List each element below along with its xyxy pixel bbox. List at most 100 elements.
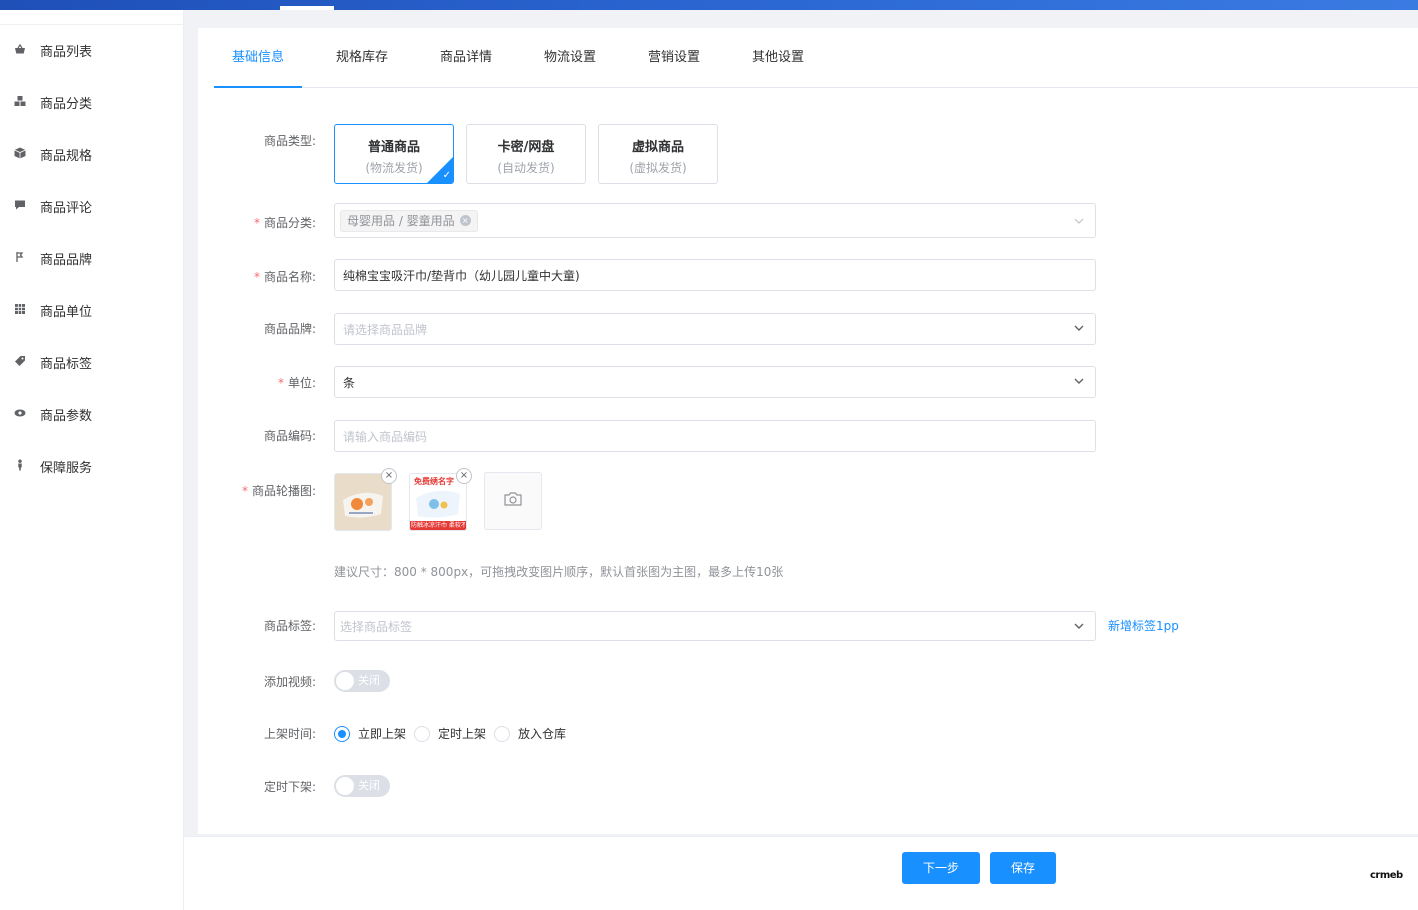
tab-basic-info[interactable]: 基础信息 [214,28,302,88]
product-name-label: * 商品名称: [253,270,316,284]
product-type-label: 商品类型: [263,134,316,148]
radio-label: 放入仓库 [518,727,567,741]
chevron-down-icon [1073,322,1085,334]
chevron-down-icon [1073,215,1085,227]
sidebar-item-product-params[interactable]: 商品参数 [0,394,184,434]
chevron-down-icon [1073,375,1085,387]
type-option-title: 卡密/网盘 [497,140,555,155]
product-image [335,474,391,530]
unit-select[interactable]: 条 [334,366,1096,398]
code-input[interactable]: 请输入商品编码 [334,420,1096,452]
category-tag-text: 母婴用品 / 婴童用品 [347,214,455,228]
brand-placeholder: 请选择商品品牌 [343,322,428,337]
tag-icon [0,355,40,370]
product-image: 免费绣名字 防触冰凉汗巾 柔软不起球 [410,474,466,530]
upload-image-button[interactable] [484,472,542,530]
category-tag: 母婴用品 / 婴童用品 × [340,209,478,232]
switch-state: 关闭 [358,674,380,687]
top-nav-active-indicator [280,6,334,10]
category-select[interactable]: 母婴用品 / 婴童用品 × [334,203,1096,238]
image-overlay-text: 免费绣名字 [414,477,454,486]
unit-label: * 单位: [277,376,316,390]
carousel-image-1[interactable]: × [334,468,397,531]
sidebar-item-product-list[interactable]: 商品列表 [0,30,184,70]
type-option-subtitle: (自动发货) [497,161,555,175]
top-nav-bar [0,0,1418,10]
close-icon[interactable]: × [381,468,397,484]
tag-brand-icon [0,251,40,266]
grid-icon [0,303,40,318]
sidebar-item-label: 商品列表 [40,44,93,60]
type-option-title: 虚拟商品 [631,140,684,155]
type-option-physical[interactable]: 普通商品 (物流发货) ✓ [334,124,454,184]
basket-icon [0,43,40,58]
sidebar-item-label: 商品规格 [40,148,93,164]
radio-warehouse[interactable]: 放入仓库 [494,725,566,742]
brand-logo: crmeb [1370,870,1403,881]
radio-circle [334,725,350,742]
sidebar-item-product-tag[interactable]: 商品标签 [0,342,184,382]
sidebar-item-guarantee-service[interactable]: 保障服务 [0,446,184,486]
tab-marketing[interactable]: 营销设置 [634,28,714,88]
sidebar-item-product-spec[interactable]: 商品规格 [0,134,184,174]
radio-label: 立即上架 [358,727,407,741]
type-option-card-netdisk[interactable]: 卡密/网盘 (自动发货) [466,124,586,184]
product-name-value: 纯棉宝宝吸汗巾/垫背巾（幼儿园儿童中大童) [343,268,580,283]
tags-placeholder: 选择商品标签 [340,619,413,634]
offshelf-switch[interactable]: 关闭 [334,775,390,797]
sidebar-item-label: 商品评论 [40,200,93,216]
sidebar-item-label: 商品品牌 [40,252,93,268]
sidebar-item-product-review[interactable]: 商品评论 [0,186,184,226]
tags-select[interactable]: 选择商品标签 [334,611,1096,641]
sidebar-item-label: 商品分类 [40,96,93,112]
images-label: * 商品轮播图: [241,484,316,498]
brand-select[interactable]: 请选择商品品牌 [334,313,1096,345]
tags-label: 商品标签: [263,619,316,633]
code-label: 商品编码: [263,429,316,443]
sidebar-item-label: 商品单位 [40,304,93,320]
radio-scheduled[interactable]: 定时上架 [414,725,486,742]
code-placeholder: 请输入商品编码 [343,429,428,444]
radio-label: 定时上架 [438,727,487,741]
tab-logistics[interactable]: 物流设置 [530,28,610,88]
sidebar-item-label: 保障服务 [40,460,93,476]
radio-circle [494,725,510,742]
switch-knob [336,672,354,690]
sidebar-divider [0,24,184,25]
cube-icon [0,147,40,162]
image-hint: 建议尺寸：800 * 800px，可拖拽改变图片顺序，默认首张图为主图，最多上传… [334,565,784,579]
unit-value: 条 [343,375,356,390]
sidebar-item-product-brand[interactable]: 商品品牌 [0,238,184,278]
video-switch[interactable]: 关闭 [334,670,390,692]
sidebar-item-product-unit[interactable]: 商品单位 [0,290,184,330]
switch-knob [336,777,354,795]
tab-spec-stock[interactable]: 规格库存 [322,28,402,88]
sidebar-item-label: 商品参数 [40,408,93,424]
comment-icon [0,199,40,214]
add-tag-link[interactable]: 新增标签1pp [1108,617,1179,634]
eye-icon [0,407,40,422]
video-label: 添加视频: [263,675,316,689]
radio-circle [414,725,430,742]
brand-label: 商品品牌: [263,322,316,336]
close-icon[interactable]: × [456,468,472,484]
offshelf-label: 定时下架: [263,780,316,794]
radio-immediate[interactable]: 立即上架 [334,725,406,742]
tab-bar: 基础信息 规格库存 商品详情 物流设置 营销设置 其他设置 [214,28,1418,88]
tab-product-detail[interactable]: 商品详情 [426,28,506,88]
shelf-label: 上架时间: [263,727,316,741]
product-name-input[interactable]: 纯棉宝宝吸汗巾/垫背巾（幼儿园儿童中大童) [334,259,1096,291]
sidebar: 商品列表 商品分类 商品规格 商品评论 商品品牌 商品单位 商品标签 商品参数 … [0,10,184,910]
image-band-text: 防触冰凉汗巾 柔软不起球 [411,522,465,529]
carousel-image-2[interactable]: 免费绣名字 防触冰凉汗巾 柔软不起球 × [409,468,472,531]
sidebar-item-product-category[interactable]: 商品分类 [0,82,184,122]
sidebar-item-label: 商品标签 [40,356,93,372]
person-icon [0,459,40,474]
chevron-down-icon [1073,620,1085,632]
tag-close-icon[interactable]: × [459,215,471,226]
save-button[interactable]: 保存 [990,852,1056,884]
next-step-button[interactable]: 下一步 [902,852,980,884]
type-option-virtual[interactable]: 虚拟商品 (虚拟发货) [598,124,718,184]
type-option-subtitle: (虚拟发货) [629,161,687,175]
tab-other[interactable]: 其他设置 [738,28,818,88]
